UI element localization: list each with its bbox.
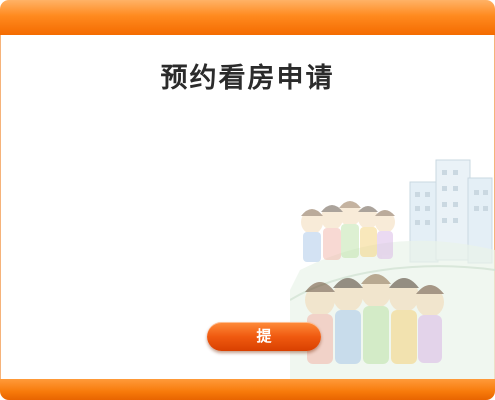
submit-button[interactable]: 提 交	[207, 322, 321, 374]
footer-bar	[0, 379, 495, 400]
crowd-front-row	[305, 274, 444, 364]
header-bar	[0, 0, 495, 35]
appointment-dialog: 预约看房申请 提 交	[0, 0, 495, 400]
crowd-back-row	[301, 201, 395, 262]
page-title: 预约看房申请	[160, 63, 335, 94]
crowd-illustration	[290, 159, 495, 379]
